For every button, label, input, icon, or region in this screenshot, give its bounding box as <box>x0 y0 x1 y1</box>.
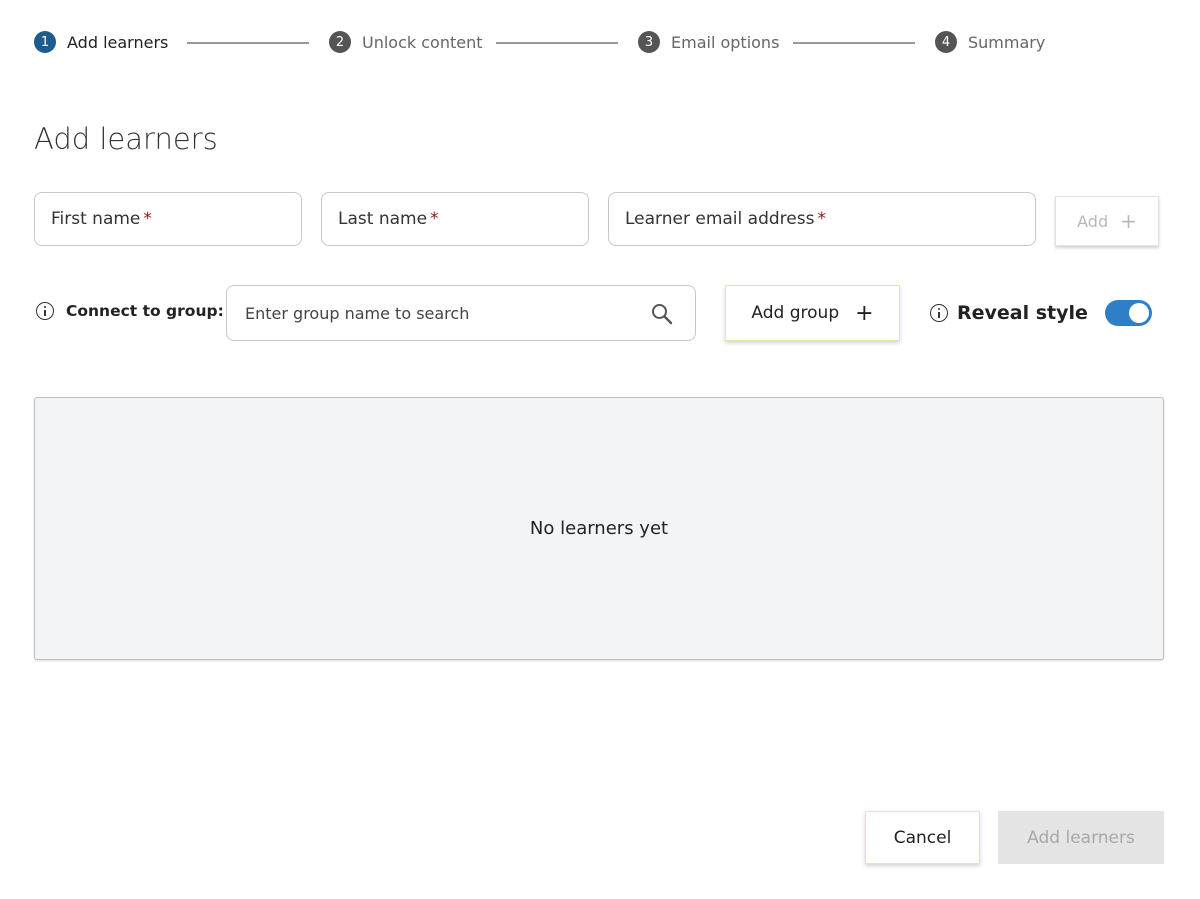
last-name-field[interactable]: Last name * <box>321 192 589 246</box>
step-label: Unlock content <box>362 32 483 52</box>
email-label: Learner email address <box>625 209 815 229</box>
group-search-box[interactable] <box>226 285 696 341</box>
plus-icon: + <box>855 300 874 326</box>
first-name-label: First name <box>51 209 141 229</box>
reveal-style-toggle[interactable] <box>1104 300 1152 326</box>
step-summary[interactable]: 4 Summary <box>935 30 1045 54</box>
plus-icon: + <box>1120 209 1137 233</box>
add-button-label: Add <box>1077 211 1109 231</box>
cancel-label: Cancel <box>893 827 952 848</box>
submit-label: Add learners <box>1027 827 1135 848</box>
last-name-label: Last name <box>338 209 428 229</box>
step-number: 3 <box>638 31 660 53</box>
email-field[interactable]: Learner email address * <box>608 192 1036 246</box>
add-group-label: Add group <box>751 303 840 323</box>
reveal-style-control: Reveal style <box>930 300 1152 326</box>
required-marker: * <box>817 209 826 229</box>
group-search-input[interactable] <box>243 302 627 324</box>
learners-list-panel: No learners yet <box>34 397 1164 660</box>
info-icon[interactable] <box>930 304 948 322</box>
step-number: 4 <box>935 31 957 53</box>
add-learner-button[interactable]: Add + <box>1055 196 1159 246</box>
search-icon[interactable] <box>651 303 673 325</box>
empty-state-text: No learners yet <box>529 518 669 539</box>
step-label: Email options <box>671 32 780 52</box>
step-connector <box>793 42 915 44</box>
toggle-knob <box>1128 303 1149 323</box>
step-connector <box>496 42 618 44</box>
reveal-style-label: Reveal style <box>957 302 1088 324</box>
step-label: Summary <box>968 32 1046 52</box>
step-email-options[interactable]: 3 Email options <box>638 30 779 54</box>
first-name-field[interactable]: First name * <box>34 192 302 246</box>
required-marker: * <box>143 209 152 229</box>
step-number: 2 <box>329 31 351 53</box>
page-title: Add learners <box>34 122 218 156</box>
add-learners-submit-button[interactable]: Add learners <box>998 811 1164 864</box>
step-unlock-content[interactable]: 2 Unlock content <box>329 30 483 54</box>
step-connector <box>187 42 309 44</box>
required-marker: * <box>430 209 439 229</box>
cancel-button[interactable]: Cancel <box>865 811 980 864</box>
connect-group-label: Connect to group: <box>66 302 224 320</box>
step-label: Add learners <box>67 32 169 52</box>
connect-to-group: Connect to group: <box>36 302 224 320</box>
step-number: 1 <box>34 31 56 53</box>
step-add-learners[interactable]: 1 Add learners <box>34 30 168 54</box>
info-icon[interactable] <box>36 302 54 320</box>
add-group-button[interactable]: Add group + <box>725 285 900 341</box>
